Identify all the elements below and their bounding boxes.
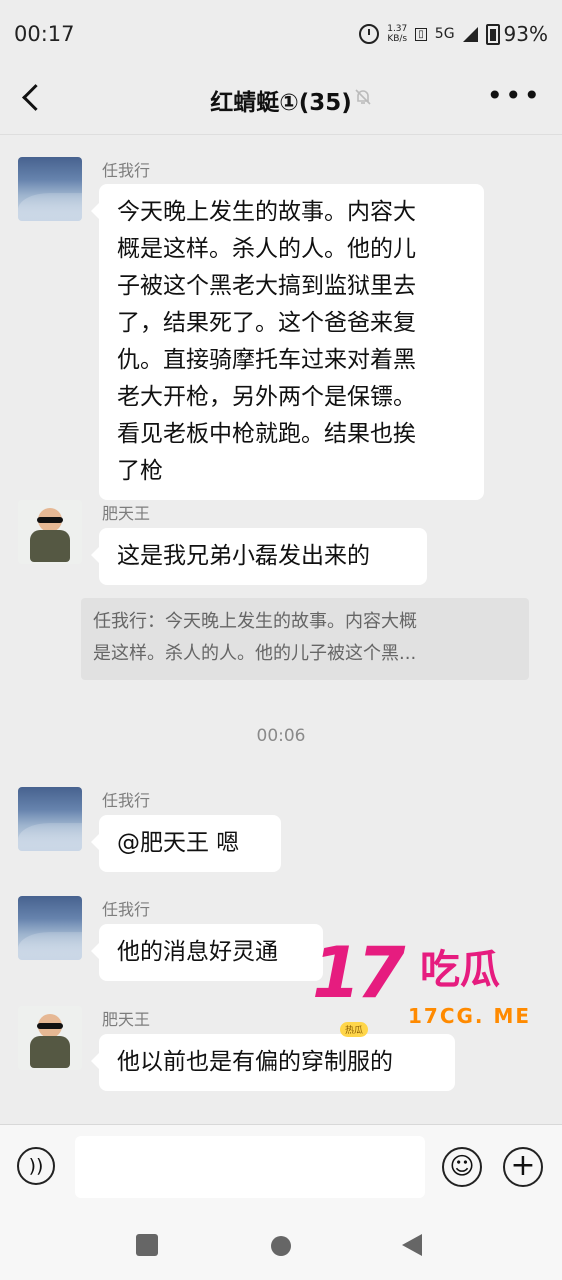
emoji-icon[interactable]: ☺ bbox=[442, 1147, 482, 1187]
avatar[interactable] bbox=[18, 500, 82, 564]
network-speed-value: 1.37 bbox=[387, 24, 408, 34]
alarm-icon bbox=[359, 24, 380, 44]
sender-name: 任我行 bbox=[102, 900, 151, 919]
sender-name: 肥天王 bbox=[102, 1010, 151, 1029]
sim-icon: ▯ bbox=[415, 27, 427, 41]
sender-name: 肥天王 bbox=[102, 504, 151, 523]
avatar[interactable] bbox=[18, 1006, 82, 1070]
quote-line: 任我行：今天晚上发生的故事。内容大概 bbox=[93, 611, 417, 632]
mute-bell-icon bbox=[355, 89, 371, 105]
system-navigation bbox=[0, 1212, 562, 1280]
chat-title: 红蜻蜓①(35) bbox=[210, 90, 352, 116]
sunglasses bbox=[37, 517, 63, 523]
message-bubble[interactable]: 他的消息好灵通 bbox=[91, 924, 323, 981]
avatar-body bbox=[30, 1036, 70, 1068]
watermark-url: 17CG. ME bbox=[408, 1004, 532, 1028]
battery-percent: 93% bbox=[503, 22, 548, 46]
system-back-icon[interactable] bbox=[402, 1234, 422, 1256]
message-line: 仇。直接骑摩托车过来对着黑 bbox=[117, 347, 416, 373]
battery-icon bbox=[485, 23, 500, 45]
message-line: 今天晚上发生的故事。内容大 bbox=[117, 199, 416, 225]
status-time: 00:17 bbox=[14, 22, 75, 46]
sunglasses bbox=[37, 1023, 63, 1029]
watermark-number: 17 bbox=[312, 932, 405, 1014]
sender-name: 任我行 bbox=[102, 161, 151, 180]
message-line: 老大开枪，另外两个是保镖。 bbox=[117, 384, 416, 410]
signal-type: 5G bbox=[434, 26, 455, 42]
status-icons: 1.37 KB/s ▯ 5G 93% bbox=[359, 22, 548, 46]
recent-apps-icon[interactable] bbox=[136, 1234, 158, 1256]
network-speed-unit: KB/s bbox=[387, 34, 408, 44]
message-line: 概是这样。杀人的人。他的儿 bbox=[117, 236, 416, 262]
time-divider: 00:06 bbox=[256, 726, 306, 746]
quoted-message[interactable]: 任我行：今天晚上发生的故事。内容大概 是这样。杀人的人。他的儿子被这个黑... bbox=[81, 598, 529, 680]
home-icon[interactable] bbox=[271, 1236, 291, 1256]
message-bubble[interactable]: @肥天王 嗯 bbox=[91, 815, 281, 872]
quote-line: 是这样。杀人的人。他的儿子被这个黑... bbox=[93, 643, 417, 664]
voice-icon[interactable]: )) bbox=[17, 1147, 55, 1185]
plus-icon[interactable]: + bbox=[503, 1147, 543, 1187]
message-bubble[interactable]: 他以前也是有偏的穿制服的 bbox=[91, 1034, 455, 1091]
message-line: 了，结果死了。这个爸爸来复 bbox=[117, 310, 416, 336]
avatar-body bbox=[30, 530, 70, 562]
battery-status: 93% bbox=[485, 22, 548, 46]
more-icon[interactable]: ••• bbox=[486, 82, 542, 110]
watermark-brand: 吃瓜 bbox=[420, 947, 500, 993]
message-composer: )) ☺ + bbox=[0, 1124, 562, 1213]
watermark-badge: 热瓜 bbox=[340, 1022, 369, 1037]
message-line: 看见老板中枪就跑。结果也挨 bbox=[117, 421, 416, 447]
status-bar: 00:17 1.37 KB/s ▯ 5G 93% bbox=[0, 0, 562, 70]
message-line: 了枪 bbox=[117, 458, 163, 484]
avatar[interactable] bbox=[18, 157, 82, 221]
avatar[interactable] bbox=[18, 896, 82, 960]
watermark-logo: 17 吃瓜 17CG. ME 热瓜 bbox=[312, 938, 552, 1038]
message-bubble[interactable]: 这是我兄弟小磊发出来的 bbox=[91, 528, 427, 585]
message-bubble[interactable]: 今天晚上发生的故事。内容大 概是这样。杀人的人。他的儿 子被这个黑老大搞到监狱里… bbox=[91, 184, 484, 500]
signal-icon bbox=[462, 26, 478, 42]
network-speed: 1.37 KB/s bbox=[387, 24, 407, 44]
message-line: 子被这个黑老大搞到监狱里去 bbox=[117, 273, 416, 299]
sender-name: 任我行 bbox=[102, 791, 151, 810]
message-input[interactable] bbox=[75, 1136, 425, 1198]
avatar[interactable] bbox=[18, 787, 82, 851]
chat-header: 红蜻蜓①(35) ••• bbox=[0, 70, 562, 135]
